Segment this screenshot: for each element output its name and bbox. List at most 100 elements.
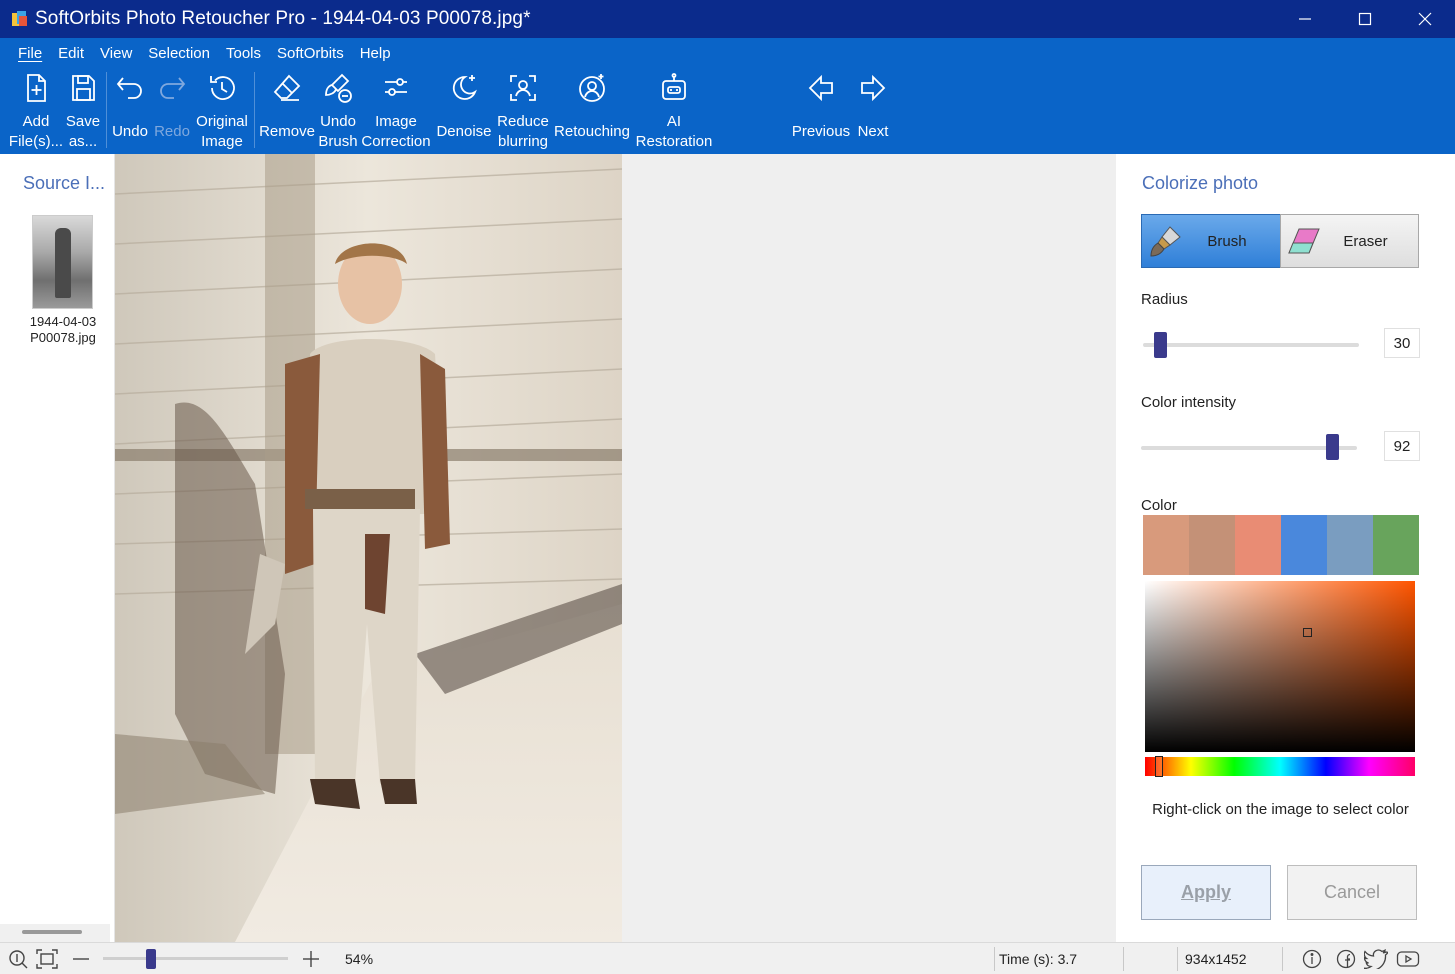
color-swatch[interactable] [1327,515,1373,575]
thumbnail-filename-line-2: P00078.jpg [30,330,96,345]
eraser-icon [273,74,301,101]
undo-label: Undo [112,123,148,140]
close-button[interactable] [1395,0,1455,38]
ai-restoration-button[interactable]: AI Restoration [632,68,716,154]
eraser-label: Eraser [1343,232,1388,250]
undo-button[interactable]: Undo [110,68,150,154]
facebook-icon [1336,949,1356,969]
sliders-icon [385,78,407,96]
image-correction-button[interactable]: Image Correction [360,68,432,154]
menu-help[interactable]: Help [352,45,399,62]
maximize-button[interactable] [1335,0,1395,38]
undo-brush-button[interactable]: Undo Brush [316,68,360,154]
zoom-one-to-one-icon [9,950,28,969]
scrollbar-thumb[interactable] [22,930,82,934]
undo-icon [116,77,142,99]
retouching-button[interactable]: Retouching [552,68,632,154]
zoom-slider-thumb[interactable] [146,949,156,969]
zoom-actual-size-button[interactable] [8,943,28,974]
moon-sparkle-icon [452,75,477,100]
menu-view[interactable]: View [92,45,140,62]
reduce-blurring-button[interactable]: Reduce blurring [494,68,552,154]
original-image-label-1: Original [196,113,248,130]
hue-slider[interactable] [1145,756,1415,777]
color-swatch[interactable] [1189,515,1235,575]
radius-value-input[interactable]: 30 [1384,328,1420,358]
cancel-button[interactable]: Cancel [1287,865,1417,920]
minimize-button[interactable] [1275,0,1335,38]
menu-file[interactable]: File [10,45,50,62]
next-label: Next [857,123,889,140]
toolbar-separator [106,72,107,148]
history-icon [210,76,235,100]
save-as-button[interactable]: Save as... [62,68,104,154]
source-horizontal-scrollbar[interactable] [0,924,110,942]
menu-tools[interactable]: Tools [218,45,269,62]
status-bar: 54% Time (s): 3.7 934x1452 [0,942,1455,974]
brush-toggle-button[interactable]: Brush [1141,214,1281,268]
save-as-label-1: Save [65,113,101,130]
close-icon [1418,12,1432,26]
hue-slider-thumb[interactable] [1155,756,1163,777]
menu-selection[interactable]: Selection [140,45,218,62]
info-button[interactable] [1302,943,1322,974]
radius-slider-track[interactable] [1143,343,1359,347]
intensity-slider-thumb[interactable] [1326,434,1339,460]
twitter-button[interactable] [1364,943,1388,974]
status-separator [1123,947,1124,971]
picker-marker[interactable] [1303,628,1312,637]
source-images-panel: Source I... 1944-04-03 P00078.jpg [0,154,115,942]
zoom-slider-track[interactable] [103,957,288,960]
add-files-button[interactable]: Add File(s)... [9,68,63,154]
redo-icon [160,77,186,99]
radius-slider-thumb[interactable] [1154,332,1167,358]
facebook-button[interactable] [1336,943,1356,974]
undo-brush-label-2: Brush [318,133,358,150]
zoom-out-button[interactable] [72,943,90,974]
eraser-toggle-button[interactable]: Eraser [1280,214,1419,268]
toolbar: Add File(s)... Save as... Undo Redo Orig… [0,68,1455,154]
image-correction-label-1: Image [375,113,417,130]
previous-button[interactable]: Previous [790,68,852,154]
zoom-in-button[interactable] [302,943,320,974]
colorize-panel-title: Colorize photo [1142,173,1259,193]
intensity-slider-track[interactable] [1141,446,1357,450]
retouching-label: Retouching [554,123,630,140]
fit-to-window-button[interactable] [36,943,58,974]
twitter-icon [1364,949,1388,969]
toolbar-separator [254,72,255,148]
brush-undo-icon [325,73,352,103]
title-bar: SoftOrbits Photo Retoucher Pro - 1944-04… [0,0,1455,38]
original-image-label-2: Image [201,133,243,150]
color-swatch[interactable] [1373,515,1419,575]
maximize-icon [1358,12,1372,26]
color-swatch[interactable] [1235,515,1281,575]
color-swatch[interactable] [1143,515,1189,575]
brush-label: Brush [1207,232,1247,250]
saturation-brightness-picker[interactable] [1145,581,1415,752]
intensity-value-input[interactable]: 92 [1384,431,1420,461]
image-canvas[interactable] [115,154,1116,942]
denoise-button[interactable]: Denoise [434,68,494,154]
window-title: SoftOrbits Photo Retoucher Pro - 1944-04… [35,8,531,29]
image-correction-label-2: Correction [361,133,431,150]
color-swatch[interactable] [1281,515,1327,575]
colorized-photo[interactable] [115,154,622,942]
app-logo-icon [12,11,27,26]
source-panel-title: Source I... [23,173,106,193]
menu-bar: File Edit View Selection Tools SoftOrbit… [0,38,1455,68]
redo-button[interactable]: Redo [152,68,192,154]
apply-button[interactable]: Apply [1141,865,1271,920]
info-icon [1302,949,1322,969]
focus-user-icon [510,75,536,101]
original-image-button[interactable]: Original Image [194,68,250,154]
ai-restoration-label-2: Restoration [635,133,713,150]
menu-softorbits[interactable]: SoftOrbits [269,45,352,62]
thumbnail-figure [55,228,71,298]
file-thumbnail[interactable] [32,215,93,309]
next-button[interactable]: Next [852,68,894,154]
ai-restoration-label-1: AI [666,113,682,130]
remove-button[interactable]: Remove [258,68,316,154]
youtube-button[interactable] [1396,943,1420,974]
menu-edit[interactable]: Edit [50,45,92,62]
